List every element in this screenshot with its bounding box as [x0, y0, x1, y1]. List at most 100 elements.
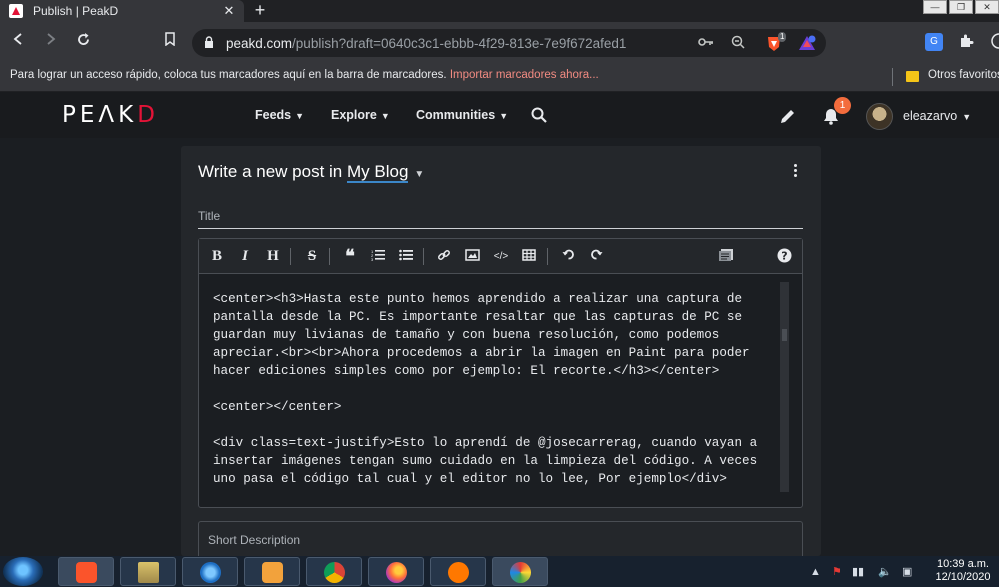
- nav-communities[interactable]: Communities ▼: [416, 108, 508, 122]
- taskbar-media-player[interactable]: [244, 557, 300, 586]
- user-menu[interactable]: eleazarvo ▼: [903, 109, 971, 123]
- folder-icon: [906, 71, 919, 82]
- chevron-down-icon: ▼: [499, 111, 509, 121]
- peakd-navbar: PEΛKD Feeds ▼ Explore ▼ Communities ▼ 1 ele…: [0, 92, 999, 138]
- editor-scrollbar-thumb[interactable]: [782, 329, 787, 341]
- power-icon[interactable]: ▣: [902, 565, 912, 579]
- toolbar-divider: [423, 248, 424, 265]
- minimize-window-button[interactable]: —: [923, 0, 947, 14]
- start-button[interactable]: [3, 557, 43, 586]
- post-body-textarea[interactable]: <center><h3>Hasta este punto hemos apren…: [213, 290, 773, 488]
- network-icon[interactable]: ▮▮: [852, 565, 864, 579]
- taskbar-clock[interactable]: 10:39 a.m. 12/10/2020: [930, 558, 996, 584]
- brave-shields-badge: 1: [778, 32, 787, 42]
- editor-card: Write a new post in My Blog▼ B I H S ❝ 1…: [181, 146, 821, 561]
- volume-icon[interactable]: 🔈: [878, 565, 892, 579]
- maximize-window-button[interactable]: ❐: [949, 0, 973, 14]
- title-input[interactable]: [198, 203, 803, 229]
- toolbar-divider: [329, 248, 330, 265]
- image-icon[interactable]: [463, 248, 481, 265]
- browser-toolbar: peakd.com/publish?draft=0640c3c1-ebbb-4f…: [0, 22, 999, 62]
- close-window-button[interactable]: ✕: [975, 0, 999, 14]
- search-icon[interactable]: [531, 107, 547, 123]
- taskbar-firefox[interactable]: [368, 557, 424, 586]
- address-bar[interactable]: peakd.com/publish?draft=0640c3c1-ebbb-4f…: [192, 29, 826, 57]
- taskbar-paint[interactable]: [492, 557, 548, 586]
- media-player-icon: [262, 562, 283, 583]
- peakd-favicon-icon: [9, 4, 23, 18]
- zoom-icon[interactable]: [730, 35, 746, 51]
- tab-close-icon[interactable]: ✕: [220, 3, 238, 19]
- browser-tab-strip: Publish | PeakD ✕ + — ❐ ✕: [0, 0, 999, 22]
- firefox-icon: [386, 562, 407, 583]
- link-icon[interactable]: [435, 248, 453, 265]
- nav-feeds[interactable]: Feeds ▼: [255, 108, 304, 122]
- bookmarks-bar: Para lograr un acceso rápido, coloca tus…: [0, 62, 999, 92]
- pencil-icon[interactable]: [779, 107, 797, 125]
- chevron-down-icon: ▼: [962, 112, 972, 122]
- avast-icon: [448, 562, 469, 583]
- short-description-input[interactable]: Short Description: [198, 521, 803, 561]
- taskbar-brave[interactable]: [58, 557, 114, 586]
- extensions-icon[interactable]: [957, 33, 975, 51]
- taskbar-explorer[interactable]: [120, 557, 176, 586]
- svg-text:?: ?: [781, 250, 787, 263]
- clock-time: 10:39 a.m.: [937, 558, 989, 570]
- clock-date: 12/10/2020: [935, 571, 991, 583]
- preview-icon[interactable]: [717, 248, 735, 265]
- brave-icon: [76, 562, 97, 583]
- quote-button[interactable]: ❝: [341, 247, 359, 265]
- tab-title: Publish | PeakD: [33, 4, 119, 18]
- action-center-flag-icon[interactable]: ⚑: [832, 565, 842, 579]
- markdown-editor: B I H S ❝ 123 </> ? <center><h3>Hasta es…: [198, 238, 803, 508]
- other-bookmarks[interactable]: Otros favoritos: [928, 69, 999, 81]
- toolbar-divider: [290, 248, 291, 265]
- bold-button[interactable]: B: [208, 248, 226, 265]
- chevron-down-icon[interactable]: ▼: [414, 169, 424, 180]
- internet-explorer-icon: [200, 562, 221, 583]
- editor-toolbar: B I H S ❝ 123 </> ?: [199, 239, 802, 274]
- taskbar-chrome[interactable]: [306, 557, 362, 586]
- strikethrough-button[interactable]: S: [303, 248, 321, 265]
- folder-icon: [138, 562, 159, 583]
- help-icon[interactable]: ?: [775, 248, 793, 265]
- browser-tab[interactable]: Publish | PeakD ✕: [0, 0, 244, 22]
- forward-icon[interactable]: [41, 32, 61, 52]
- editor-scrollbar[interactable]: [780, 282, 789, 492]
- avatar[interactable]: [866, 103, 893, 130]
- paint-icon: [510, 562, 531, 583]
- google-translate-icon[interactable]: G: [925, 33, 943, 51]
- unordered-list-icon[interactable]: [397, 248, 415, 265]
- bookmark-icon[interactable]: [160, 32, 180, 52]
- chevron-down-icon: ▼: [380, 111, 390, 121]
- bookmarks-divider: [892, 68, 893, 86]
- profile-icon[interactable]: [990, 33, 999, 51]
- code-button[interactable]: </>: [492, 248, 510, 265]
- peakd-logo[interactable]: PEΛKD: [62, 102, 159, 128]
- reload-icon[interactable]: [73, 32, 93, 52]
- redo-icon[interactable]: [587, 248, 605, 265]
- table-icon[interactable]: [520, 248, 538, 265]
- blog-selector[interactable]: My Blog: [347, 162, 409, 183]
- short-description-placeholder: Short Description: [208, 533, 301, 547]
- lock-icon: [204, 36, 214, 49]
- back-icon[interactable]: [8, 32, 28, 52]
- new-tab-button[interactable]: +: [250, 0, 270, 22]
- taskbar-avast[interactable]: [430, 557, 486, 586]
- more-options-icon[interactable]: [790, 164, 800, 180]
- show-hidden-icons[interactable]: ▲: [810, 565, 821, 579]
- brave-rewards-icon[interactable]: [797, 35, 817, 51]
- nav-explore[interactable]: Explore ▼: [331, 108, 390, 122]
- svg-text:3: 3: [371, 257, 374, 261]
- notification-badge: 1: [834, 97, 851, 114]
- key-icon[interactable]: [698, 35, 714, 51]
- toolbar-divider: [547, 248, 548, 265]
- ordered-list-icon[interactable]: 123: [369, 248, 387, 265]
- import-bookmarks-link[interactable]: Importar marcadores ahora...: [450, 69, 599, 81]
- undo-icon[interactable]: [559, 248, 577, 265]
- heading-button[interactable]: H: [264, 248, 282, 265]
- italic-button[interactable]: I: [236, 248, 254, 265]
- taskbar-internet-explorer[interactable]: [182, 557, 238, 586]
- url-text[interactable]: peakd.com/publish?draft=0640c3c1-ebbb-4f…: [226, 36, 626, 51]
- bookmarks-prompt: Para lograr un acceso rápido, coloca tus…: [10, 69, 599, 81]
